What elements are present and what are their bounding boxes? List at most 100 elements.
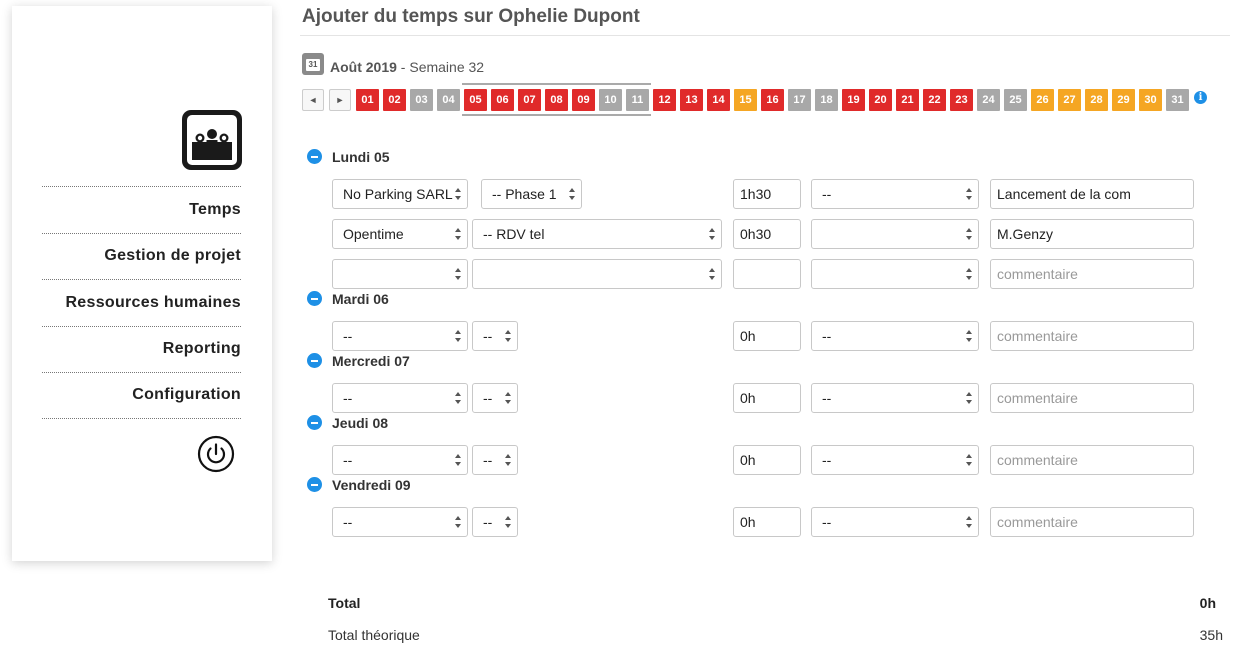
collapse-icon[interactable] [307,291,322,306]
day-chip-26[interactable]: 26 [1031,89,1054,111]
client-select[interactable]: -- [332,445,468,475]
day-chip-10[interactable]: 10 [599,89,622,111]
duration-input[interactable]: 0h [733,321,801,351]
duration-input[interactable]: 0h [733,507,801,537]
comment-input[interactable]: commentaire [990,507,1194,537]
comment-input[interactable]: commentaire [990,259,1194,289]
task-select[interactable]: -- [811,179,979,209]
day-chip-02[interactable]: 02 [383,89,406,111]
client-select[interactable]: Opentime [332,219,468,249]
day-chip-11[interactable]: 11 [626,89,649,111]
day-chip-30[interactable]: 30 [1139,89,1162,111]
phase-select[interactable] [472,259,722,289]
collapse-icon[interactable] [307,353,322,368]
day-name: Mercredi 07 [332,353,410,369]
day-chip-01[interactable]: 01 [356,89,379,111]
comment-input[interactable]: M.Genzy [990,219,1194,249]
day-chip-25[interactable]: 25 [1004,89,1027,111]
client-select[interactable]: -- [332,321,468,351]
day-chip-24[interactable]: 24 [977,89,1000,111]
day-name: Jeudi 08 [332,415,389,431]
title-divider [300,35,1230,36]
client-select[interactable]: -- [332,507,468,537]
day-chip-08[interactable]: 08 [545,89,568,111]
client-select[interactable] [332,259,468,289]
week-number: - Semaine 32 [396,59,485,75]
task-select[interactable]: -- [811,383,979,413]
phase-select[interactable]: -- [472,507,518,537]
day-chip-27[interactable]: 27 [1058,89,1081,111]
day-chip-18[interactable]: 18 [815,89,838,111]
collapse-icon[interactable] [307,477,322,492]
day-chip-07[interactable]: 07 [518,89,541,111]
day-chip-15[interactable]: 15 [734,89,757,111]
task-select[interactable]: -- [811,507,979,537]
task-select[interactable] [811,259,979,289]
day-chip-14[interactable]: 14 [707,89,730,111]
power-icon[interactable] [197,435,235,473]
comment-input[interactable]: commentaire [990,445,1194,475]
total-label: Total [328,595,361,611]
duration-input[interactable]: 0h [733,445,801,475]
duration-input[interactable] [733,259,801,289]
comment-input[interactable]: commentaire [990,321,1194,351]
nav-item-temps[interactable]: Temps [42,186,241,233]
total-value: 0h [1199,595,1216,611]
day-chip-05[interactable]: 05 [464,89,487,111]
main-content: Ajouter du temps sur Ophelie Dupont 31 A… [300,0,1233,657]
duration-input[interactable]: 0h30 [733,219,801,249]
phase-select[interactable]: -- [472,445,518,475]
day-chip-06[interactable]: 06 [491,89,514,111]
day-chip-13[interactable]: 13 [680,89,703,111]
day-chip-28[interactable]: 28 [1085,89,1108,111]
nav-item-reporting[interactable]: Reporting [42,325,241,373]
duration-input[interactable]: 1h30 [733,179,801,209]
app-logo[interactable] [182,110,242,170]
day-chip-21[interactable]: 21 [896,89,919,111]
main-nav: Temps Gestion de projet Ressources humai… [42,186,241,419]
nav-item-ressources-humaines[interactable]: Ressources humaines [42,279,241,326]
task-select[interactable]: -- [811,445,979,475]
phase-select[interactable]: -- RDV tel [472,219,722,249]
nav-item-configuration[interactable]: Configuration [42,372,241,419]
collapse-icon[interactable] [307,415,322,430]
prev-week-button[interactable]: ◄ [302,89,324,111]
calendar-icon-text: 31 [306,59,320,71]
client-select[interactable]: No Parking SARL [332,179,468,209]
phase-select[interactable]: -- Phase 1 [481,179,582,209]
info-icon[interactable]: i [1194,91,1207,104]
phase-select[interactable]: -- [472,383,518,413]
theoretical-total-label: Total théorique [328,627,420,643]
month-label: Août 2019 [330,59,397,75]
phase-select[interactable]: -- [472,321,518,351]
next-week-button[interactable]: ► [329,89,351,111]
day-chip-20[interactable]: 20 [869,89,892,111]
day-name: Vendredi 09 [332,477,411,493]
day-name: Mardi 06 [332,291,389,307]
day-chip-03[interactable]: 03 [410,89,433,111]
sidebar: Temps Gestion de projet Ressources humai… [12,6,272,561]
day-chip-19[interactable]: 19 [842,89,865,111]
task-select[interactable]: -- [811,321,979,351]
day-chip-12[interactable]: 12 [653,89,676,111]
day-chip-04[interactable]: 04 [437,89,460,111]
day-chip-31[interactable]: 31 [1166,89,1189,111]
duration-input[interactable]: 0h [733,383,801,413]
day-name: Lundi 05 [332,149,390,165]
day-chip-29[interactable]: 29 [1112,89,1135,111]
day-chip-17[interactable]: 17 [788,89,811,111]
week-label: Août 2019 - Semaine 32 [330,59,484,75]
client-select[interactable]: -- [332,383,468,413]
theoretical-total-value: 35h [1199,627,1223,643]
comment-input[interactable]: commentaire [990,383,1194,413]
day-chip-22[interactable]: 22 [923,89,946,111]
page-title: Ajouter du temps sur Ophelie Dupont [302,6,640,27]
task-select[interactable] [811,219,979,249]
day-chip-16[interactable]: 16 [761,89,784,111]
comment-input[interactable]: Lancement de la com [990,179,1194,209]
day-chip-09[interactable]: 09 [572,89,595,111]
nav-item-gestion-de-projet[interactable]: Gestion de projet [42,232,241,280]
day-chip-23[interactable]: 23 [950,89,973,111]
calendar-icon[interactable]: 31 [302,53,324,75]
collapse-icon[interactable] [307,149,322,164]
